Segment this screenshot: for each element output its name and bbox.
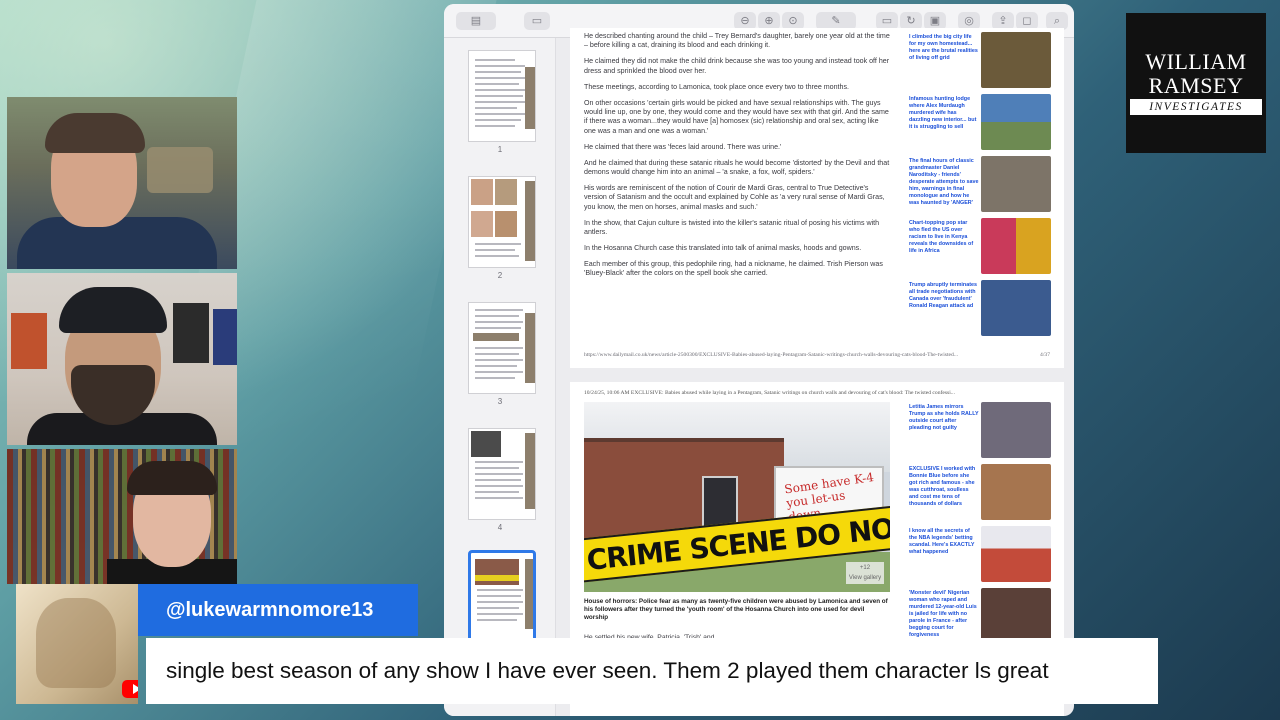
related-story-image (981, 280, 1051, 336)
related-story-image (981, 156, 1051, 212)
paragraph: His words are reminiscent of the notion … (584, 183, 885, 211)
paragraph: He claimed that there was 'feces laid ar… (584, 142, 782, 151)
related-story-image (981, 32, 1051, 88)
webcam-host-3 (7, 449, 237, 584)
person-body (17, 217, 217, 269)
page-number: 4 (497, 523, 503, 532)
related-stories-rail: Letitia James mirrors Trump as she holds… (903, 402, 1053, 650)
related-story[interactable]: Infamous hunting lodge where Alex Murdau… (903, 94, 1053, 156)
footer-page-number: 4/37 (1040, 352, 1050, 358)
page-number: 1 (497, 145, 503, 154)
show-logo: WILLIAM RAMSEY INVESTIGATES (1126, 13, 1266, 153)
paragraph: Each member of this group, this pedophil… (584, 259, 883, 278)
page-number: 3 (497, 397, 503, 406)
gallery-label: View gallery (848, 575, 882, 581)
page-thumbnail[interactable] (468, 176, 536, 268)
related-story-text: EXCLUSIVE I worked with Bonnie Blue befo… (909, 466, 976, 507)
related-story-image (981, 402, 1051, 458)
related-story-text: The final hours of classic grandmaster D… (909, 158, 979, 206)
gallery-count-badge[interactable]: +12 View gallery (846, 562, 884, 584)
person-cap (59, 287, 167, 333)
related-story[interactable]: The final hours of classic grandmaster D… (903, 156, 1053, 218)
page-header: 10/24/25, 10:06 AM EXCLUSIVE: Babies abu… (584, 390, 955, 396)
page-thumbnail[interactable] (468, 50, 536, 142)
related-story-image (981, 94, 1051, 150)
person-hair (127, 461, 217, 495)
related-story-text: I climbed the big city life for my own h… (909, 34, 978, 61)
paragraph: On other occasions 'certain girls would … (584, 98, 889, 135)
chat-user-avatar (16, 584, 138, 704)
related-story[interactable]: Trump abruptly terminates all trade nego… (903, 280, 1053, 342)
pdf-viewer-window: ▤ ▭ ⊖ ⊕ ⊙ ✎ ▭ ↻ ▣ ◎ ⇪ ◻ ⌕ 1 2 3 4 He des… (444, 4, 1074, 716)
logo-line-1: WILLIAM (1145, 49, 1247, 74)
article-photo[interactable]: Some have K-4 you let-us down CRIME SCEN… (584, 402, 890, 592)
lamp (147, 147, 213, 193)
page-thumbnail-selected[interactable] (468, 550, 536, 644)
chat-username: @lukewarmnomore13 (138, 584, 418, 636)
page-thumbnail[interactable] (468, 302, 536, 394)
page-footer-url: https://www.dailymail.co.uk/news/article… (584, 352, 1050, 358)
related-story-text: Infamous hunting lodge where Alex Murdau… (909, 96, 977, 130)
person-hair (45, 113, 145, 153)
webcam-host-1 (7, 97, 237, 269)
related-story-image (981, 588, 1051, 644)
logo-line-2: RAMSEY (1148, 73, 1244, 98)
gallery-count: +12 (859, 565, 871, 571)
document-pages[interactable]: He described chanting around the child –… (564, 4, 1068, 716)
related-story-image (981, 464, 1051, 520)
page-thumbnail[interactable] (468, 428, 536, 520)
article-text: He described chanting around the child –… (584, 32, 890, 285)
page-number: 2 (497, 271, 503, 280)
paragraph: In the show, that Cajun culture is twist… (584, 218, 880, 236)
photo-caption: House of horrors: Police fear as many as… (584, 598, 888, 621)
paragraph: He described chanting around the child –… (584, 32, 890, 50)
logo-line-3: INVESTIGATES (1130, 99, 1262, 115)
paragraph: He claimed they did not make the child d… (584, 57, 890, 75)
related-story-text: 'Monster devil' Nigerian woman who raped… (909, 590, 977, 638)
related-story[interactable]: I know all the secrets of the NBA legend… (903, 526, 1053, 588)
youtube-icon (122, 680, 138, 698)
chat-message: single best season of any show I have ev… (146, 638, 1158, 704)
related-story[interactable]: Chart-topping pop star who fled the US o… (903, 218, 1053, 280)
related-story-image (981, 526, 1051, 582)
paragraph: In the Hosanna Church case this translat… (584, 243, 862, 252)
paragraph: And he claimed that during these satanic… (584, 158, 890, 176)
wall-poster (11, 313, 47, 369)
wall-poster (213, 309, 237, 365)
wall-poster (173, 303, 209, 363)
related-story-text: Trump abruptly terminates all trade nego… (909, 282, 977, 309)
footer-url-text: https://www.dailymail.co.uk/news/article… (584, 352, 959, 358)
related-story-text: Chart-topping pop star who fled the US o… (909, 220, 974, 254)
document-page: He described chanting around the child –… (570, 28, 1064, 368)
webcam-host-2 (7, 273, 237, 445)
related-story-text: I know all the secrets of the NBA legend… (909, 528, 975, 555)
thumbnail-sidebar: 1 2 3 4 (444, 38, 556, 716)
related-story[interactable]: Letitia James mirrors Trump as she holds… (903, 402, 1053, 464)
sidebar-toggle-button[interactable]: ▤ (456, 12, 496, 30)
paragraph: These meetings, according to Lamonica, t… (584, 82, 849, 91)
avatar-artwork (36, 598, 116, 688)
related-stories-rail: I climbed the big city life for my own h… (903, 32, 1053, 342)
related-story-text: Letitia James mirrors Trump as she holds… (909, 404, 979, 431)
view-options-button[interactable]: ▭ (524, 12, 550, 30)
related-story[interactable]: EXCLUSIVE I worked with Bonnie Blue befo… (903, 464, 1053, 526)
related-story[interactable]: I climbed the big city life for my own h… (903, 32, 1053, 94)
related-story-image (981, 218, 1051, 274)
